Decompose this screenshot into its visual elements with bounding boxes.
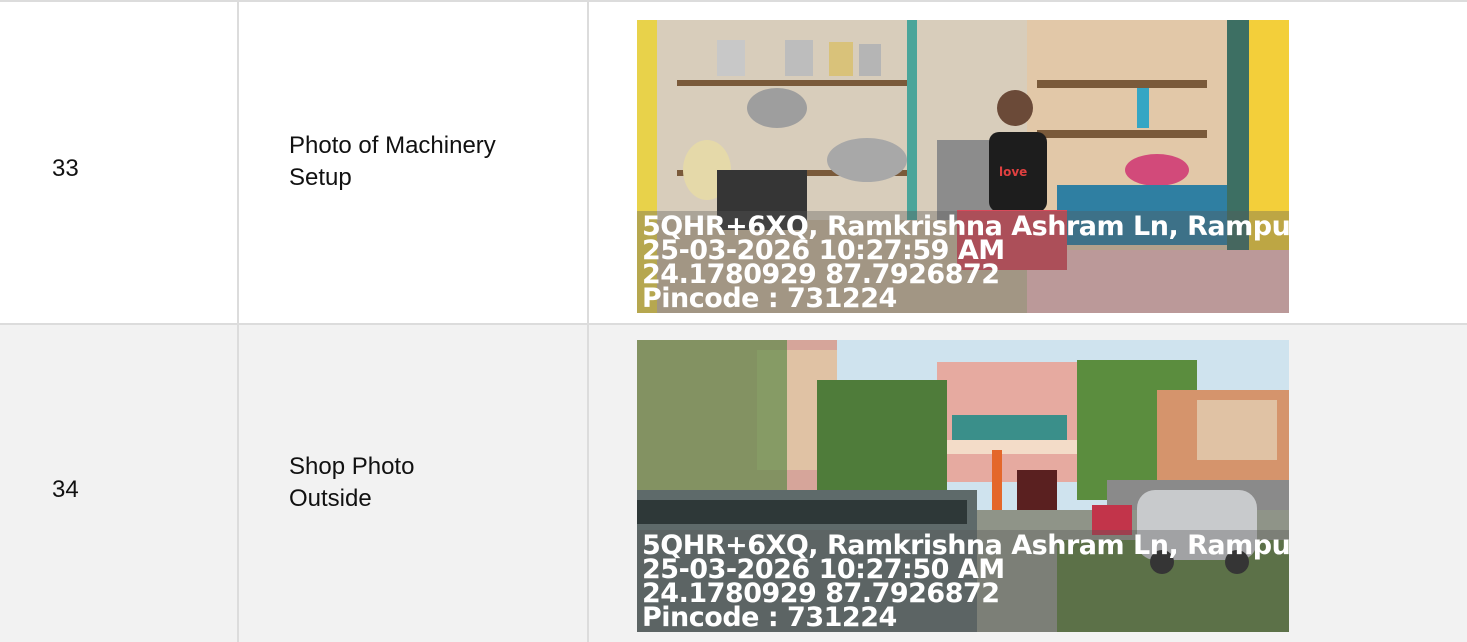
photo-table: 33 Photo of Machinery Setup love 5QHR+6X…: [0, 0, 1467, 642]
row-label-line: Shop Photo: [289, 453, 415, 480]
shirt-text: love: [999, 165, 1027, 179]
row-label: Photo of Machinery Setup: [289, 130, 579, 194]
row-label-line: Photo of Machinery: [289, 132, 496, 159]
stamp-pincode: Pincode : 731224: [642, 283, 897, 313]
shop-outside-photo: 5QHR+6XQ, Ramkrishna Ashram Ln, Rampur 2…: [637, 340, 1289, 632]
row-number: 33: [52, 155, 79, 182]
geo-stamp: 5QHR+6XQ, Ramkrishna Ashram Ln, Rampur 2…: [642, 213, 1289, 313]
row-number: 34: [52, 476, 79, 503]
column-divider: [237, 0, 239, 642]
machinery-photo: love 5QHR+6XQ, Ramkrishna Ashram Ln, Ram…: [637, 20, 1289, 313]
column-divider: [587, 0, 589, 642]
table-border: [0, 323, 1467, 325]
geo-stamp: 5QHR+6XQ, Ramkrishna Ashram Ln, Rampur 2…: [642, 532, 1289, 632]
row-label-line: Outside: [289, 485, 372, 512]
row-label: Shop Photo Outside: [289, 451, 579, 515]
stamp-pincode: Pincode : 731224: [642, 602, 897, 632]
row-label-line: Setup: [289, 164, 352, 191]
table-border: [0, 0, 1467, 2]
table-row: 33 Photo of Machinery Setup love 5QHR+6X…: [0, 0, 1467, 324]
table-row: 34 Shop Photo Outside 5QHR+6XQ, Ramkrish…: [0, 324, 1467, 642]
